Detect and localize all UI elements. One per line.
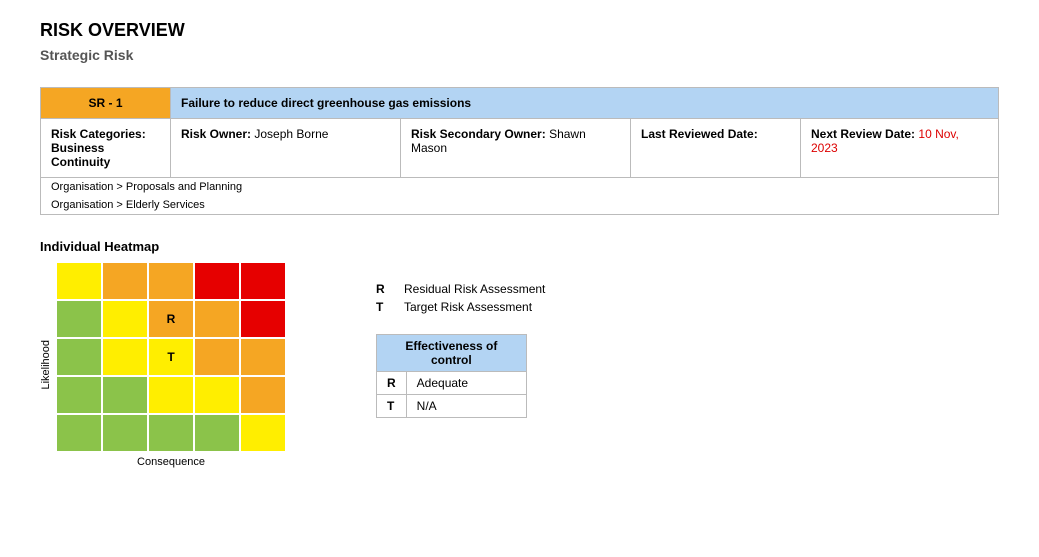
legend-text-r: Residual Risk Assessment (404, 282, 545, 296)
risk-title-cell: Failure to reduce direct greenhouse gas … (171, 88, 999, 119)
org-path-row: Organisation > Proposals and Planning (41, 178, 999, 197)
last-reviewed-label: Last Reviewed Date: (641, 127, 758, 141)
risk-header-table: SR - 1 Failure to reduce direct greenhou… (40, 87, 999, 215)
heatmap-cell (102, 262, 148, 300)
heatmap-cell (56, 376, 102, 414)
legend-text-t: Target Risk Assessment (404, 300, 532, 314)
heatmap-cell-marker-r: R (148, 300, 194, 338)
table-row: T N/A (377, 395, 527, 418)
risk-owner-cell: Risk Owner: Joseph Borne (171, 119, 401, 178)
heatmap-side-panel: R Residual Risk Assessment T Target Risk… (376, 262, 545, 418)
next-review-cell: Next Review Date: 10 Nov, 2023 (801, 119, 999, 178)
heatmap-cell (102, 376, 148, 414)
risk-secondary-owner-cell: Risk Secondary Owner: Shawn Mason (401, 119, 631, 178)
effectiveness-key: T (377, 395, 407, 418)
table-row: R Adequate (377, 372, 527, 395)
heatmap-grid: R T (56, 262, 286, 452)
effectiveness-header: Effectiveness of control (377, 335, 527, 372)
heatmap-cell (194, 338, 240, 376)
legend-row: T Target Risk Assessment (376, 300, 545, 314)
heatmap-cell (56, 262, 102, 300)
page-title: RISK OVERVIEW (40, 20, 999, 41)
next-review-label: Next Review Date: (811, 127, 915, 141)
heatmap-cell-marker-t: T (148, 338, 194, 376)
legend-row: R Residual Risk Assessment (376, 282, 545, 296)
heatmap-cell (102, 300, 148, 338)
heatmap-section-label: Individual Heatmap (40, 239, 999, 254)
heatmap-cell (56, 300, 102, 338)
risk-categories-value: Business Continuity (51, 141, 110, 169)
heatmap-cell (148, 376, 194, 414)
risk-owner-value: Joseph Borne (254, 127, 328, 141)
heatmap-cell (148, 262, 194, 300)
risk-categories-cell: Risk Categories: Business Continuity (41, 119, 171, 178)
effectiveness-key: R (377, 372, 407, 395)
risk-secondary-owner-label: Risk Secondary Owner: (411, 127, 546, 141)
heatmap-cell (56, 338, 102, 376)
heatmap-cell (240, 262, 286, 300)
risk-categories-label: Risk Categories: (51, 127, 146, 141)
heatmap-cell (240, 300, 286, 338)
risk-owner-label: Risk Owner: (181, 127, 251, 141)
effectiveness-table: Effectiveness of control R Adequate T N/… (376, 334, 527, 418)
heatmap-x-axis-label: Consequence (137, 456, 205, 468)
heatmap-cell (102, 414, 148, 452)
legend-key-r: R (376, 282, 390, 296)
heatmap-cell (194, 414, 240, 452)
heatmap-cell (194, 376, 240, 414)
org-path-row: Organisation > Elderly Services (41, 196, 999, 215)
heatmap-block: Likelihood R T (40, 262, 286, 468)
heatmap-cell (240, 376, 286, 414)
heatmap-cell (240, 338, 286, 376)
effectiveness-value: Adequate (406, 372, 526, 395)
heatmap-cell (56, 414, 102, 452)
last-reviewed-cell: Last Reviewed Date: (631, 119, 801, 178)
heatmap-cell (148, 414, 194, 452)
heatmap-cell (194, 262, 240, 300)
heatmap-y-axis-label: Likelihood (40, 340, 52, 390)
page-subtitle: Strategic Risk (40, 47, 999, 63)
effectiveness-value: N/A (406, 395, 526, 418)
heatmap-cell (240, 414, 286, 452)
legend-key-t: T (376, 300, 390, 314)
risk-id-cell: SR - 1 (41, 88, 171, 119)
heatmap-cell (102, 338, 148, 376)
heatmap-cell (194, 300, 240, 338)
